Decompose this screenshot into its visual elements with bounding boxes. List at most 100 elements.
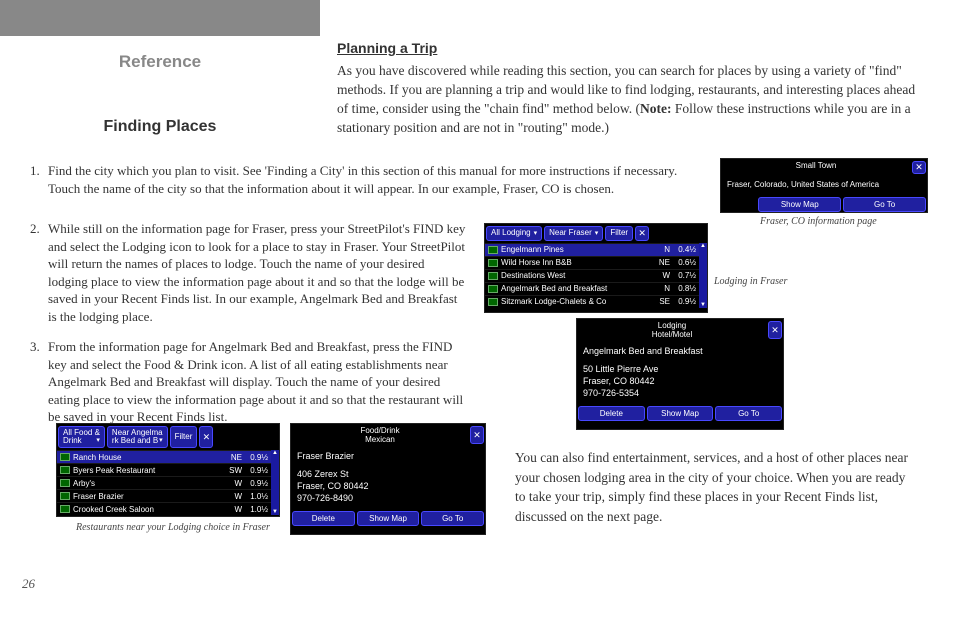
list-item[interactable]: Arby'sW0.9½ xyxy=(57,476,271,489)
info-body: Fraser Brazier 406 Zerex St Fraser, CO 8… xyxy=(291,446,485,509)
info-title-line2: Hotel/Motel xyxy=(577,330,767,339)
planning-trip-heading: Planning a Trip xyxy=(337,40,437,56)
delete-button[interactable]: Delete xyxy=(292,511,355,526)
scroll-up-icon[interactable]: ▲ xyxy=(700,243,706,249)
address-line2: Fraser, CO 80442 xyxy=(583,375,777,387)
item-dist: 0.8½ xyxy=(670,284,696,293)
go-to-button[interactable]: Go To xyxy=(715,406,782,421)
item-dir: W xyxy=(654,271,670,280)
list-item[interactable]: Fraser BrazierW1.0½ xyxy=(57,489,271,502)
list-item[interactable]: Engelmann PinesN0.4½ xyxy=(485,243,699,256)
close-button[interactable]: ✕ xyxy=(912,161,926,174)
info-title-line2: Mexican xyxy=(291,435,469,444)
go-to-button[interactable]: Go To xyxy=(421,511,484,526)
item-dir: W xyxy=(226,492,242,501)
item-name: Angelmark Bed and Breakfast xyxy=(501,284,654,293)
item-dir: W xyxy=(226,479,242,488)
step-2: 2.While still on the information page fo… xyxy=(30,220,470,325)
lodging-icon xyxy=(488,259,498,267)
item-name: Ranch House xyxy=(73,453,226,462)
food-icon xyxy=(60,453,70,461)
address-line1: 50 Little Pierre Ave xyxy=(583,363,777,375)
category-tab[interactable]: All Lodging▾ xyxy=(486,226,542,241)
delete-button[interactable]: Delete xyxy=(578,406,645,421)
item-dir: N xyxy=(654,245,670,254)
scroll-down-icon[interactable]: ▼ xyxy=(700,302,706,308)
near-tab-label: Near Fraser xyxy=(549,229,592,238)
close-button[interactable]: ✕ xyxy=(635,226,649,241)
page-number: 26 xyxy=(22,576,35,592)
address-line1: 406 Zerex St xyxy=(297,468,479,480)
lodging-icon xyxy=(488,246,498,254)
food-icon xyxy=(60,492,70,500)
close-button[interactable]: ✕ xyxy=(199,426,213,448)
info-title: Food/Drink Mexican xyxy=(291,424,469,446)
item-dist: 0.6½ xyxy=(670,258,696,267)
category-tab[interactable]: All Food & Drink▾ xyxy=(58,426,105,448)
intro-note: Note: xyxy=(640,101,671,116)
item-dist: 0.9½ xyxy=(242,453,268,462)
item-dir: SW xyxy=(226,466,242,475)
lodging-list: Engelmann PinesN0.4½ Wild Horse Inn B&BN… xyxy=(485,243,699,308)
gps-city-info-screen: Small Town ✕ Fraser, Colorado, United St… xyxy=(720,158,928,213)
scrollbar[interactable]: ▲▼ xyxy=(271,450,279,515)
step-2-num: 2. xyxy=(30,220,48,238)
caption-lodging: Lodging in Fraser xyxy=(714,276,787,287)
gps-lodging-list-screen: All Lodging▾ Near Fraser▾ Filter ✕ Engel… xyxy=(484,223,708,313)
place-name: Angelmark Bed and Breakfast xyxy=(583,345,777,357)
list-item[interactable]: Wild Horse Inn B&BNE0.6½ xyxy=(485,256,699,269)
step-1: 1.Find the city which you plan to visit.… xyxy=(30,162,710,197)
food-icon xyxy=(60,479,70,487)
caption-restaurants: Restaurants near your Lodging choice in … xyxy=(76,522,270,533)
address-line2: Fraser, CO 80442 xyxy=(297,480,479,492)
scroll-down-icon[interactable]: ▼ xyxy=(272,509,278,515)
lodging-icon xyxy=(488,298,498,306)
category-tab-line2: Drink xyxy=(63,437,82,445)
filter-tab[interactable]: Filter xyxy=(605,226,633,241)
list-item[interactable]: Crooked Creek SaloonW1.0½ xyxy=(57,502,271,515)
info-title-line1: Food/Drink xyxy=(291,426,469,435)
category-tab-label: All Lodging xyxy=(491,229,531,238)
dropdown-icon: ▾ xyxy=(96,437,100,445)
step-3-body: From the information page for Angelmark … xyxy=(48,338,466,426)
filter-tab[interactable]: Filter xyxy=(170,426,198,448)
gps-food-list-screen: All Food & Drink▾ Near Angelma rk Bed an… xyxy=(56,423,280,517)
item-name: Crooked Creek Saloon xyxy=(73,505,226,514)
dropdown-icon: ▾ xyxy=(595,230,599,238)
scrollbar[interactable]: ▲▼ xyxy=(699,243,707,308)
info-body: Angelmark Bed and Breakfast 50 Little Pi… xyxy=(577,341,783,404)
step-2-body: While still on the information page for … xyxy=(48,220,466,325)
item-name: Wild Horse Inn B&B xyxy=(501,258,654,267)
show-map-button[interactable]: Show Map xyxy=(647,406,714,421)
list-item[interactable]: Byers Peak RestaurantSW0.9½ xyxy=(57,463,271,476)
item-name: Fraser Brazier xyxy=(73,492,226,501)
list-item[interactable]: Sitzmark Lodge-Chalets & CoSE0.9½ xyxy=(485,295,699,308)
item-dist: 0.9½ xyxy=(242,479,268,488)
item-name: Engelmann Pines xyxy=(501,245,654,254)
lodging-icon xyxy=(488,285,498,293)
show-map-button[interactable]: Show Map xyxy=(758,197,841,212)
gps-food-info-screen: Food/Drink Mexican ✕ Fraser Brazier 406 … xyxy=(290,423,486,535)
lodging-icon xyxy=(488,272,498,280)
info-title-line1: Lodging xyxy=(577,321,767,330)
list-item[interactable]: Destinations WestW0.7½ xyxy=(485,269,699,282)
item-name: Arby's xyxy=(73,479,226,488)
item-dist: 0.7½ xyxy=(670,271,696,280)
list-item[interactable]: Ranch HouseNE0.9½ xyxy=(57,450,271,463)
close-button[interactable]: ✕ xyxy=(470,426,484,444)
food-icon xyxy=(60,505,70,513)
city-title: Small Town xyxy=(721,159,911,176)
step-3-num: 3. xyxy=(30,338,48,356)
gps-lodging-info-screen: Lodging Hotel/Motel ✕ Angelmark Bed and … xyxy=(576,318,784,430)
go-to-button[interactable]: Go To xyxy=(843,197,926,212)
sidebar-band xyxy=(0,0,320,36)
scroll-up-icon[interactable]: ▲ xyxy=(272,450,278,456)
show-map-button[interactable]: Show Map xyxy=(357,511,420,526)
close-button[interactable]: ✕ xyxy=(768,321,782,339)
near-tab[interactable]: Near Angelma rk Bed and B▾ xyxy=(107,426,168,448)
near-tab[interactable]: Near Fraser▾ xyxy=(544,226,603,241)
phone: 970-726-5354 xyxy=(583,387,777,399)
item-dist: 0.4½ xyxy=(670,245,696,254)
food-list: Ranch HouseNE0.9½ Byers Peak RestaurantS… xyxy=(57,450,271,515)
list-item[interactable]: Angelmark Bed and BreakfastN0.8½ xyxy=(485,282,699,295)
